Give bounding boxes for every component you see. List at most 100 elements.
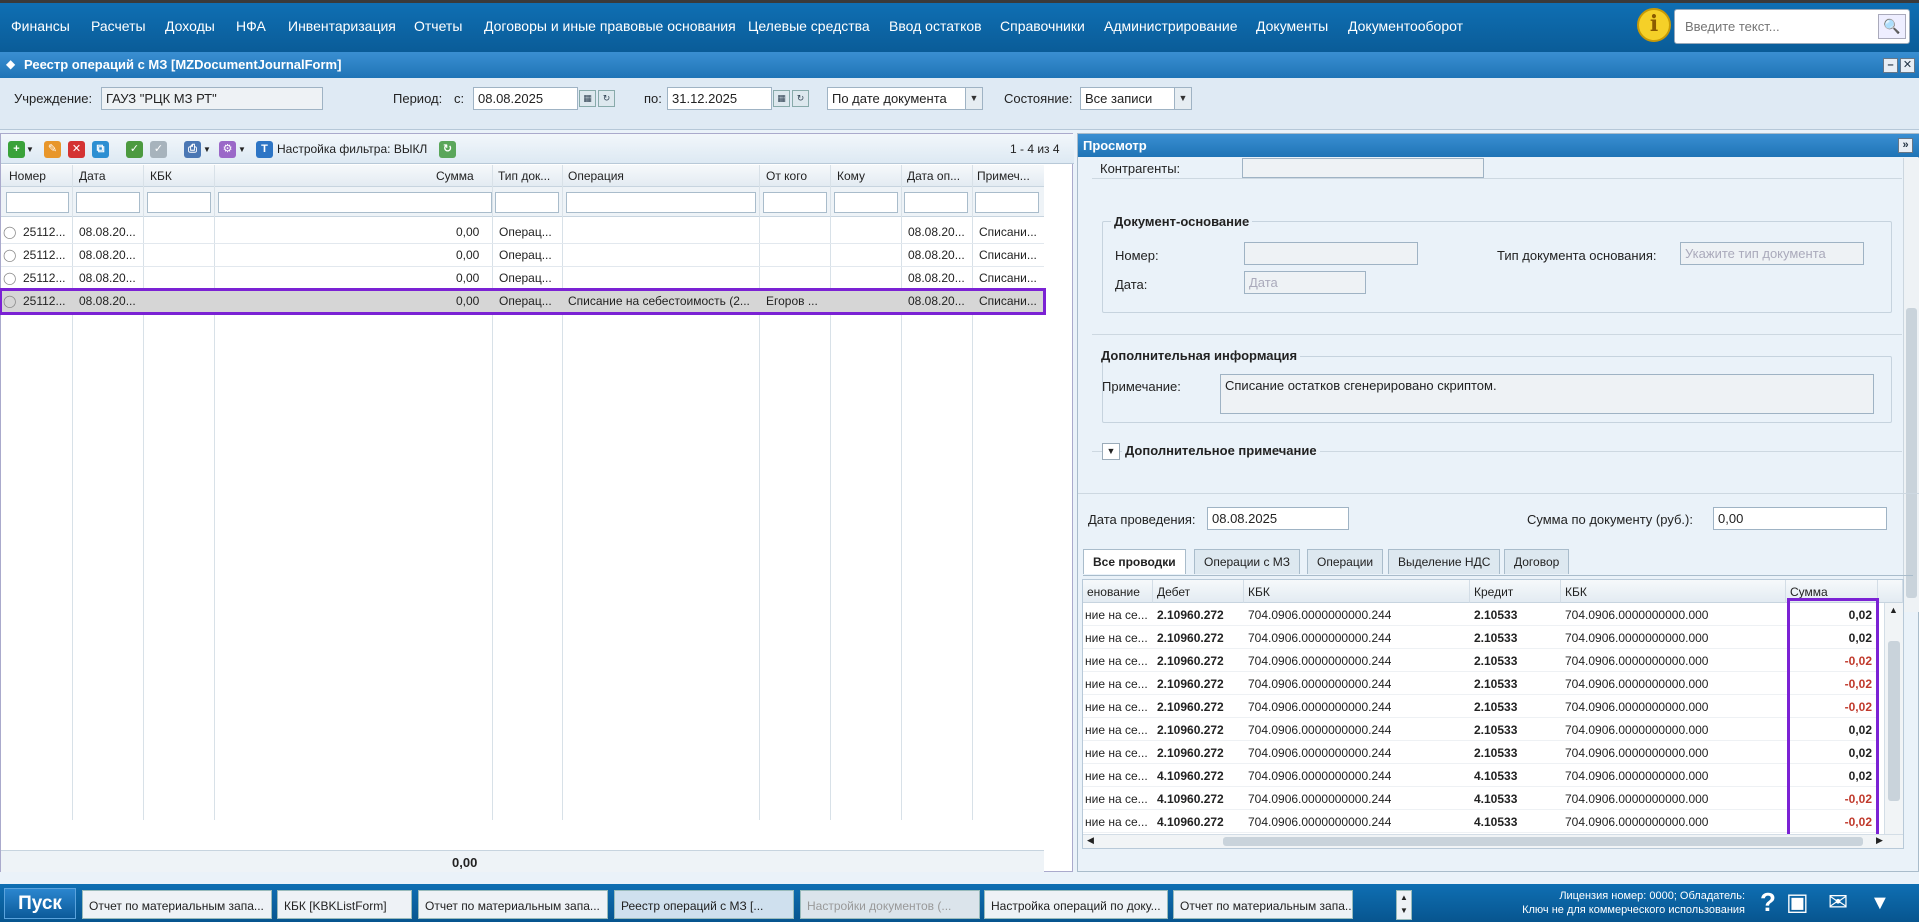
posting-row[interactable]: ние на се... 4.10960.272 704.0906.00000000… (1083, 810, 1878, 833)
menu-contracts[interactable]: Договоры и иные правовые основания (484, 18, 736, 34)
postings-vscrollbar[interactable]: ▲ (1884, 603, 1903, 835)
col-name[interactable]: енование (1083, 580, 1153, 603)
col-debit[interactable]: Дебет (1153, 580, 1244, 603)
col-note[interactable]: Примеч... (977, 169, 1030, 183)
collapse-panel-button[interactable]: » (1898, 138, 1913, 153)
table-row[interactable]: ◯ 25112... 08.08.20... 0,00 Операц... 08… (1, 244, 1044, 267)
filter-note-input[interactable] (975, 192, 1039, 213)
print-icon[interactable]: ⎙ (184, 141, 201, 158)
calendar-refresh-icon[interactable]: ↻ (598, 90, 615, 107)
menu-calculations[interactable]: Расчеты (91, 18, 146, 34)
filter-number-input[interactable] (6, 192, 69, 213)
menu-inventory[interactable]: Инвентаризация (288, 18, 396, 34)
task-item[interactable]: Отчет по материальным запа... (418, 890, 608, 919)
menu-administration[interactable]: Администрирование (1104, 18, 1238, 34)
tab-vat[interactable]: Выделение НДС (1388, 549, 1501, 574)
tab-all-postings[interactable]: Все проводки (1083, 549, 1186, 574)
org-field[interactable]: ГАУЗ "РЦК МЗ РТ" (101, 87, 323, 110)
filter-sum-input[interactable] (218, 192, 492, 213)
scrollbar-thumb[interactable] (1888, 641, 1900, 801)
task-item[interactable]: Отчет по материальным запа... (1173, 890, 1353, 919)
scrollbar-thumb[interactable] (1223, 837, 1863, 846)
menu-balance-input[interactable]: Ввод остатков (889, 18, 982, 34)
taskbar-scroll[interactable]: ▲ ▼ (1396, 890, 1412, 920)
edit-icon[interactable]: ✎ (44, 141, 61, 158)
filter-operation-input[interactable] (566, 192, 756, 213)
counterparties-field[interactable] (1242, 158, 1484, 178)
chevron-down-icon[interactable]: ▼ (1174, 88, 1191, 109)
col-kbk[interactable]: КБК (150, 169, 172, 183)
task-item[interactable]: Настройка операций по доку... (984, 890, 1168, 919)
search-icon[interactable]: 🔍 (1878, 14, 1906, 39)
minimize-button[interactable]: – (1883, 58, 1898, 73)
chevron-down-icon[interactable]: ▼ (238, 145, 246, 154)
col-operation[interactable]: Операция (568, 169, 624, 183)
filter-op-date-input[interactable] (904, 192, 968, 213)
basis-type-field[interactable]: Укажите тип документа (1680, 242, 1864, 265)
camera-icon[interactable]: ▣ (1786, 888, 1809, 917)
menu-nfa[interactable]: НФА (236, 18, 266, 34)
posting-row[interactable]: ние на се... 2.10960.272 704.0906.00000000… (1083, 603, 1878, 626)
col-sum[interactable]: Сумма (436, 169, 474, 183)
extra-note-toggle[interactable]: Дополнительное примечание (1122, 443, 1320, 458)
delete-icon[interactable]: ✕ (68, 141, 85, 158)
chevron-down-icon[interactable]: ▼ (203, 145, 211, 154)
unapprove-icon[interactable]: ✓ (150, 141, 167, 158)
add-icon[interactable]: + (8, 141, 25, 158)
copy-icon[interactable]: ⧉ (92, 141, 109, 158)
table-row-selected[interactable]: ◯ 25112... 08.08.20... 0,00 Операц... Сп… (0, 288, 1046, 315)
scroll-right-icon[interactable]: ▶ (1876, 835, 1883, 846)
posting-row[interactable]: ние на се... 4.10960.272 704.0906.00000000… (1083, 787, 1878, 810)
tab-mz-operations[interactable]: Операции с МЗ (1194, 549, 1301, 574)
posting-row[interactable]: ние на се... 2.10960.272 704.0906.00000000… (1083, 718, 1878, 741)
filter-from-input[interactable] (763, 192, 827, 213)
tab-contract[interactable]: Договор (1504, 549, 1570, 574)
menu-income[interactable]: Доходы (165, 18, 215, 34)
calendar-refresh-icon[interactable]: ↻ (792, 90, 809, 107)
expand-icon[interactable]: ▼ (1102, 443, 1120, 460)
col-date[interactable]: Дата (79, 169, 106, 183)
filter-kbk-input[interactable] (147, 192, 211, 213)
col-number[interactable]: Номер (9, 169, 46, 183)
info-icon[interactable]: i (1637, 8, 1671, 42)
posting-row[interactable]: ние на се... 2.10960.272 704.0906.00000000… (1083, 695, 1878, 718)
filter-type-input[interactable] (495, 192, 559, 213)
calendar-icon[interactable]: ▦ (773, 90, 790, 107)
close-button[interactable]: ✕ (1900, 58, 1915, 73)
tab-operations[interactable]: Операции (1307, 549, 1384, 574)
menu-target-funds[interactable]: Целевые средства (748, 18, 870, 34)
task-item[interactable]: Отчет по материальным запа... (82, 890, 272, 919)
date-mode-select[interactable]: По дате документа ▼ (827, 87, 983, 110)
col-credit[interactable]: Кредит (1470, 580, 1561, 603)
note-field[interactable]: Списание остатков сгенерировано скриптом… (1220, 374, 1874, 414)
date-from-field[interactable]: 08.08.2025 (473, 87, 578, 110)
view-scrollbar[interactable] (1903, 158, 1919, 612)
menu-docflow[interactable]: Документооборот (1348, 18, 1463, 34)
menu-finance[interactable]: Финансы (11, 18, 70, 34)
filter-date-input[interactable] (76, 192, 140, 213)
basis-date-field[interactable]: Дата (1244, 271, 1366, 294)
state-select[interactable]: Все записи ▼ (1080, 87, 1192, 110)
postings-hscrollbar[interactable]: ◀ ▶ (1083, 834, 1903, 848)
posting-row[interactable]: ние на се... 2.10960.272 704.0906.00000000… (1083, 626, 1878, 649)
basis-number-field[interactable] (1244, 242, 1418, 265)
refresh-icon[interactable]: ↻ (439, 141, 456, 158)
chevron-down-icon[interactable]: ▼ (26, 145, 34, 154)
posting-row[interactable]: ние на се... 2.10960.272 704.0906.00000000… (1083, 672, 1878, 695)
table-row[interactable]: ◯ 25112... 08.08.20... 0,00 Операц... 08… (1, 221, 1044, 244)
posting-row[interactable]: ние на се... 2.10960.272 704.0906.00000000… (1083, 649, 1878, 672)
minimize-all-icon[interactable]: ▼ (1870, 892, 1890, 915)
task-item[interactable]: КБК [KBKListForm] (277, 890, 412, 919)
date-to-field[interactable]: 31.12.2025 (667, 87, 772, 110)
chevron-down-icon[interactable]: ▼ (965, 88, 982, 109)
post-date-field[interactable]: 08.08.2025 (1207, 507, 1349, 530)
col-op-date[interactable]: Дата оп... (907, 169, 960, 183)
menu-directories[interactable]: Справочники (1000, 18, 1085, 34)
table-row[interactable]: ◯ 25112... 08.08.20... 0,00 Операц... 08… (1, 267, 1044, 290)
col-to[interactable]: Кому (837, 169, 865, 183)
col-doc-type[interactable]: Тип док... (498, 169, 550, 183)
scroll-left-icon[interactable]: ◀ (1087, 835, 1094, 846)
filter-to-input[interactable] (834, 192, 898, 213)
filter-icon[interactable]: T (256, 141, 273, 158)
approve-icon[interactable]: ✓ (126, 141, 143, 158)
